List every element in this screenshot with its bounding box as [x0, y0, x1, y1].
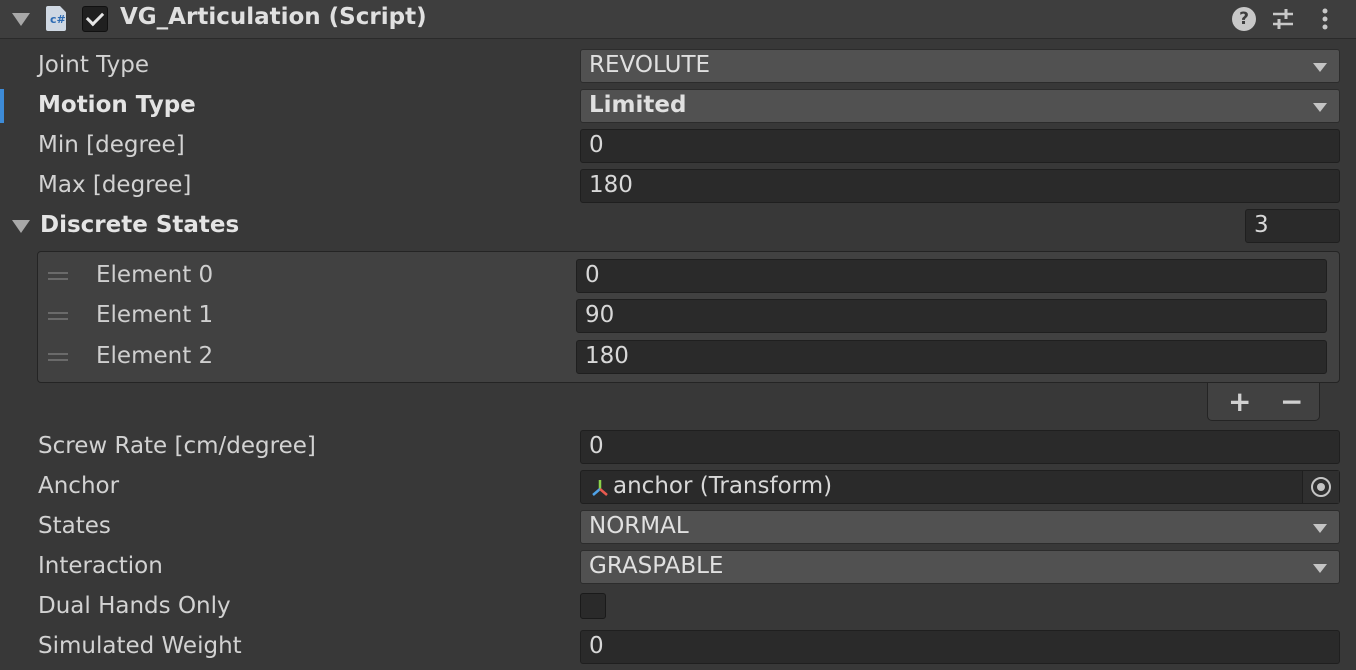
max-degree-value: 180 — [589, 172, 633, 198]
component-enabled-checkbox[interactable] — [82, 6, 108, 32]
chevron-down-icon — [1313, 524, 1327, 533]
selection-indicator — [0, 89, 4, 123]
anchor-object-field[interactable]: anchor (Transform) — [580, 470, 1340, 504]
element-1-input[interactable]: 90 — [576, 299, 1327, 333]
help-icon[interactable]: ? — [1232, 7, 1256, 31]
simulated-weight-input[interactable]: 0 — [580, 630, 1340, 664]
discrete-states-size-input[interactable]: 3 — [1245, 209, 1340, 243]
transform-axis-icon — [592, 480, 608, 496]
drag-handle-icon[interactable] — [48, 272, 68, 280]
interaction-label: Interaction — [38, 553, 163, 579]
presets-sliders-icon[interactable] — [1271, 7, 1295, 31]
script-icon-text: c# — [50, 13, 66, 26]
target-picker-icon — [1311, 477, 1331, 497]
element-1-value: 90 — [585, 302, 615, 328]
discrete-states-foldout-icon[interactable] — [12, 220, 30, 233]
element-2-label: Element 2 — [96, 343, 214, 369]
remove-element-button[interactable]: − — [1280, 385, 1303, 418]
chevron-down-icon — [1313, 63, 1327, 72]
element-0-label: Element 0 — [96, 262, 214, 288]
joint-type-value: REVOLUTE — [589, 52, 711, 78]
dual-hands-only-label: Dual Hands Only — [38, 593, 231, 619]
motion-type-value: Limited — [589, 92, 687, 118]
component-header: c# VG_Articulation (Script) ? — [0, 0, 1356, 39]
chevron-down-icon — [1313, 564, 1327, 573]
screw-rate-value: 0 — [589, 433, 604, 459]
kebab-menu-icon[interactable] — [1313, 7, 1337, 31]
min-degree-input[interactable]: 0 — [580, 129, 1340, 163]
simulated-weight-value: 0 — [589, 633, 604, 659]
component-title: VG_Articulation (Script) — [120, 4, 427, 30]
states-value: NORMAL — [589, 513, 689, 539]
screw-rate-input[interactable]: 0 — [580, 430, 1340, 464]
add-element-button[interactable]: + — [1228, 385, 1251, 418]
element-0-input[interactable]: 0 — [576, 259, 1327, 293]
motion-type-label: Motion Type — [38, 92, 196, 118]
discrete-states-label[interactable]: Discrete States — [40, 212, 239, 238]
element-2-value: 180 — [585, 343, 629, 369]
chevron-down-icon — [1313, 103, 1327, 112]
states-label: States — [38, 513, 111, 539]
element-2-input[interactable]: 180 — [576, 340, 1327, 374]
joint-type-dropdown[interactable]: REVOLUTE — [580, 49, 1340, 83]
interaction-dropdown[interactable]: GRASPABLE — [580, 550, 1340, 584]
discrete-states-size: 3 — [1254, 212, 1269, 238]
interaction-value: GRASPABLE — [589, 553, 724, 579]
anchor-label: Anchor — [38, 473, 120, 499]
script-file-icon: c# — [46, 6, 66, 31]
simulated-weight-label: Simulated Weight — [38, 633, 242, 659]
max-degree-input[interactable]: 180 — [580, 169, 1340, 203]
min-degree-value: 0 — [589, 132, 604, 158]
min-degree-label: Min [degree] — [38, 132, 185, 158]
motion-type-dropdown[interactable]: Limited — [580, 89, 1340, 123]
drag-handle-icon[interactable] — [48, 353, 68, 361]
drag-handle-icon[interactable] — [48, 312, 68, 320]
element-1-label: Element 1 — [96, 302, 214, 328]
dual-hands-only-checkbox[interactable] — [580, 593, 606, 619]
joint-type-label: Joint Type — [38, 52, 149, 78]
foldout-arrow-icon[interactable] — [12, 13, 30, 26]
list-add-remove-footer: + − — [1207, 383, 1320, 421]
max-degree-label: Max [degree] — [38, 172, 192, 198]
object-picker-button[interactable] — [1302, 471, 1339, 503]
screw-rate-label: Screw Rate [cm/degree] — [38, 433, 316, 459]
anchor-value: anchor (Transform) — [613, 473, 833, 499]
element-0-value: 0 — [585, 262, 600, 288]
states-dropdown[interactable]: NORMAL — [580, 510, 1340, 544]
